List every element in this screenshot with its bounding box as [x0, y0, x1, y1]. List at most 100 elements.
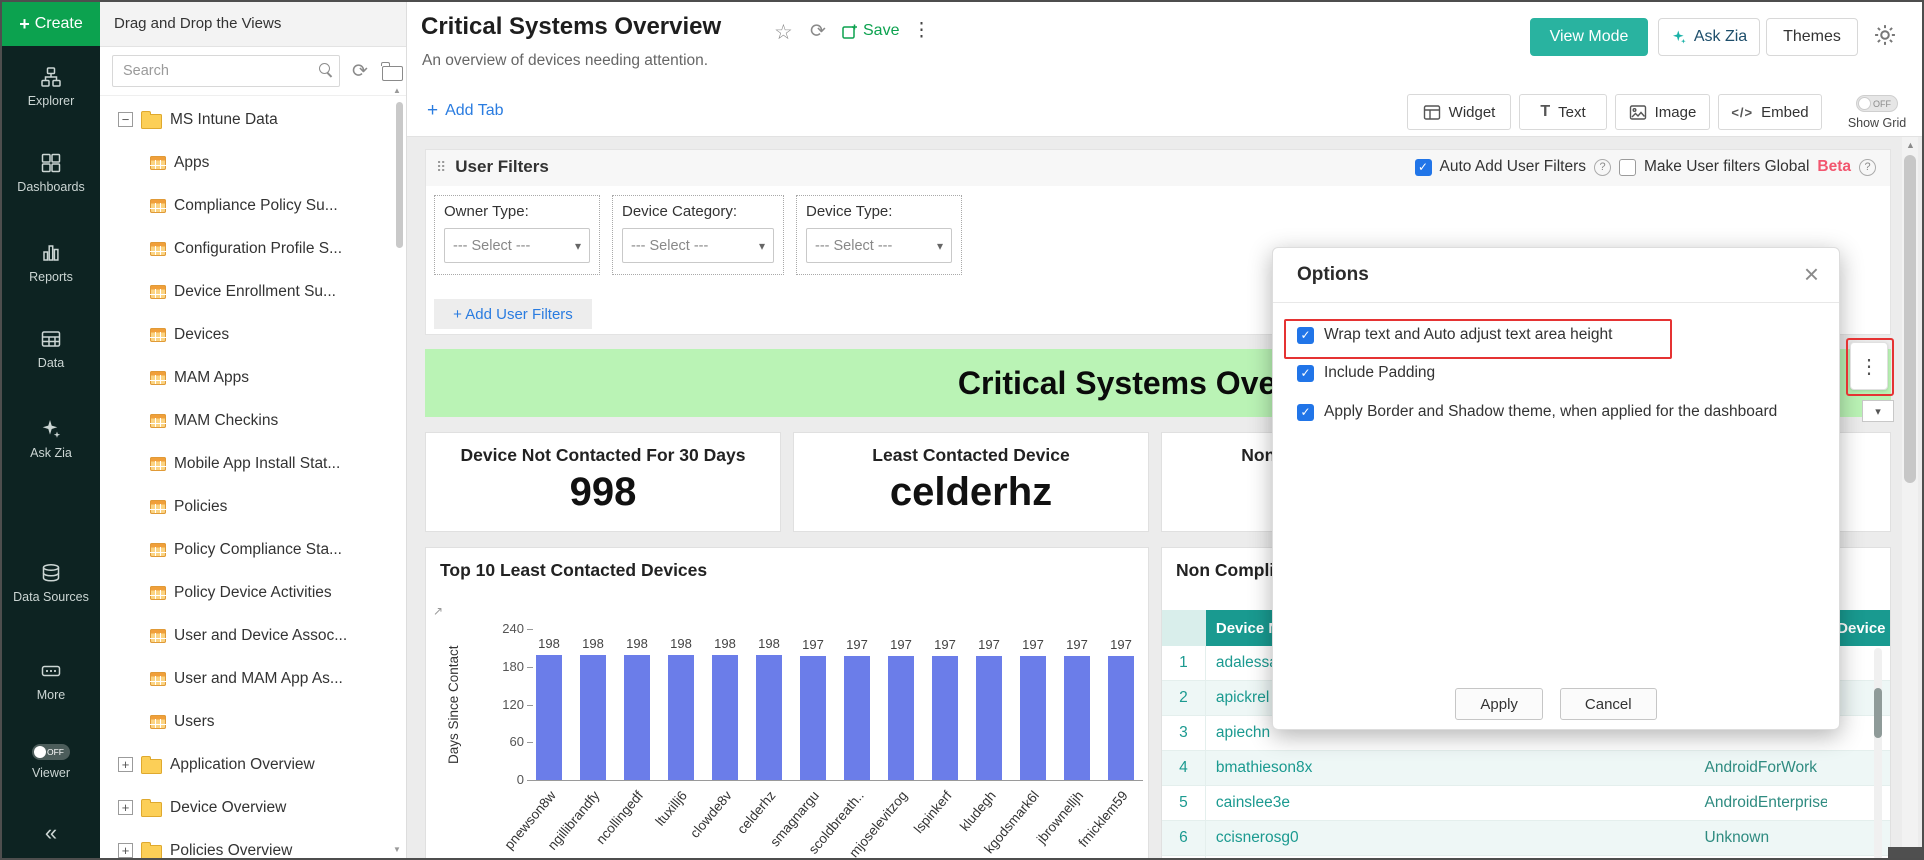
main-scrollbar[interactable]: ▲: [1902, 137, 1918, 858]
tree-folder-application-overview[interactable]: + Application Overview: [100, 743, 398, 786]
table-row-7[interactable]: 7rfarrari9IPhone: [1162, 856, 1890, 858]
tree-view-apps[interactable]: Apps: [100, 141, 398, 184]
tree-view-users[interactable]: Users: [100, 700, 398, 743]
sidebar-item-data-sources[interactable]: Data Sources: [2, 562, 100, 606]
explorer-icon: [41, 67, 61, 87]
favorite-star-icon[interactable]: ☆: [774, 20, 793, 45]
sidebar-item-dashboards[interactable]: Dashboards: [2, 152, 100, 196]
bar-pnewson8w[interactable]: [536, 655, 562, 780]
views-scroll-up-icon[interactable]: ▲: [393, 86, 401, 95]
widget-button[interactable]: Widget: [1407, 94, 1511, 130]
tree-view-devices[interactable]: Devices: [100, 313, 398, 356]
tree-view-device-enrollment-su[interactable]: Device Enrollment Su...: [100, 270, 398, 313]
bar-scoldbreath[interactable]: [844, 656, 870, 780]
bar-value-label: 198: [714, 636, 736, 651]
bar-mjoselevitzog[interactable]: [888, 656, 914, 780]
refresh-views-icon[interactable]: ⟳: [352, 60, 368, 83]
bar-celderhz[interactable]: [756, 655, 782, 780]
x-axis-label: kludegh: [956, 788, 999, 834]
auto-add-user-filters-checkbox[interactable]: ✓: [1414, 158, 1432, 176]
tree-view-user-and-device-assoc[interactable]: User and Device Assoc...: [100, 614, 398, 657]
show-grid-toggle[interactable]: OFF: [1856, 95, 1898, 112]
sidebar-item-more[interactable]: More: [2, 660, 100, 704]
text-button[interactable]: T Text: [1519, 94, 1607, 130]
bar-jbrownelljh[interactable]: [1064, 656, 1090, 780]
bar-ngillibrandfy[interactable]: [580, 655, 606, 780]
sidebar-item-reports[interactable]: Reports: [2, 242, 100, 286]
table-row-4[interactable]: 4 bmathieson8x AndroidForWork: [1162, 751, 1890, 786]
bar-kgodsmark6l[interactable]: [1020, 656, 1046, 780]
sidebar-item-viewer[interactable]: OFF Viewer: [2, 744, 100, 782]
themes-button[interactable]: Themes: [1766, 18, 1858, 56]
tree-view-policy-device-activities[interactable]: Policy Device Activities: [100, 571, 398, 614]
header-kebab-icon[interactable]: ⋮: [912, 19, 931, 42]
tree-folder-ms-intune-data[interactable]: − MS Intune Data: [100, 98, 398, 141]
settings-gear-button[interactable]: [1872, 22, 1898, 53]
views-scroll-down-icon[interactable]: ▼: [393, 845, 401, 854]
table-scrollbar[interactable]: [1874, 648, 1882, 858]
add-tab-button[interactable]: + Add Tab: [427, 100, 504, 122]
views-scrollbar-thumb[interactable]: [396, 102, 403, 248]
bar-fmicklem59[interactable]: [1108, 656, 1134, 780]
tree-view-policies[interactable]: Policies: [100, 485, 398, 528]
bar-kludegh[interactable]: [976, 656, 1002, 780]
expand-box-icon[interactable]: +: [118, 757, 133, 772]
ask-zia-button[interactable]: Ask Zia: [1658, 18, 1760, 56]
chart-panel[interactable]: Top 10 Least Contacted Devices ↗ Days Si…: [425, 547, 1149, 858]
table-scrollbar-thumb[interactable]: [1874, 688, 1882, 738]
kpi-card-least-contacted[interactable]: Least Contacted Device celderhz: [793, 432, 1149, 532]
bar-smagnargu[interactable]: [800, 656, 826, 780]
image-button[interactable]: Image: [1615, 94, 1710, 130]
tree-item-label: Configuration Profile S...: [174, 239, 343, 257]
make-filters-global-checkbox[interactable]: [1619, 158, 1636, 176]
collapse-box-icon[interactable]: −: [118, 112, 133, 127]
tree-folder-device-overview[interactable]: + Device Overview: [100, 786, 398, 829]
sidebar-item-ask-zia[interactable]: Ask Zia: [2, 418, 100, 462]
sidebar-item-data[interactable]: Data: [2, 328, 100, 372]
tree-view-mobile-app-install-stat[interactable]: Mobile App Install Stat...: [100, 442, 398, 485]
include-padding-checkbox[interactable]: ✓: [1297, 364, 1314, 382]
tree-view-policy-compliance-sta[interactable]: Policy Compliance Sta...: [100, 528, 398, 571]
expand-box-icon[interactable]: +: [118, 800, 133, 815]
sidebar-collapse-button[interactable]: «: [2, 820, 100, 846]
wrap-text-checkbox[interactable]: ✓: [1297, 326, 1314, 344]
create-button[interactable]: + Create: [2, 2, 100, 46]
border-shadow-checkbox[interactable]: ✓: [1297, 403, 1314, 421]
tree-view-user-and-mam-app-as[interactable]: User and MAM App As...: [100, 657, 398, 700]
tree-view-mam-checkins[interactable]: MAM Checkins: [100, 399, 398, 442]
apply-button[interactable]: Apply: [1455, 688, 1543, 720]
add-user-filters-button[interactable]: + Add User Filters: [434, 299, 592, 329]
drag-handle-icon[interactable]: ⠿: [436, 159, 446, 176]
main-scrollbar-thumb[interactable]: [1904, 155, 1916, 483]
scroll-up-icon[interactable]: ▲: [1906, 140, 1915, 150]
bar-lspinkerf[interactable]: [932, 656, 958, 780]
cancel-button[interactable]: Cancel: [1559, 688, 1657, 720]
sidebar-item-explorer[interactable]: Explorer: [2, 66, 100, 110]
banner-dropdown-button[interactable]: ▾: [1862, 400, 1894, 422]
refresh-dashboard-icon[interactable]: ⟳: [810, 20, 826, 43]
bar-ncollingedf[interactable]: [624, 655, 650, 780]
device-category-select[interactable]: --- Select --- ▾: [622, 228, 774, 263]
kpi-card-not-contacted[interactable]: Device Not Contacted For 30 Days 998: [425, 432, 781, 532]
expand-box-icon[interactable]: +: [118, 843, 133, 858]
owner-type-select[interactable]: --- Select --- ▾: [444, 228, 590, 263]
embed-button[interactable]: </> Embed: [1718, 94, 1822, 130]
table-row-5[interactable]: 5 cainslee3e AndroidEnterprise: [1162, 786, 1890, 821]
save-button[interactable]: Save: [841, 22, 899, 40]
view-mode-button[interactable]: View Mode: [1530, 18, 1648, 56]
search-input[interactable]: [112, 55, 340, 87]
bar-clowde8v[interactable]: [712, 655, 738, 780]
widget-options-kebab-button[interactable]: ⋮: [1850, 342, 1888, 390]
tree-folder-policies-overview[interactable]: + Policies Overview: [100, 829, 398, 858]
table-row-6[interactable]: 6 ccisnerosg0 Unknown: [1162, 821, 1890, 856]
bar-ltuxillj6[interactable]: [668, 655, 694, 780]
help-icon[interactable]: ?: [1859, 158, 1876, 176]
help-icon[interactable]: ?: [1594, 158, 1611, 176]
close-icon[interactable]: ×: [1804, 259, 1819, 290]
tree-view-mam-apps[interactable]: MAM Apps: [100, 356, 398, 399]
folder-icon[interactable]: [381, 62, 403, 81]
device-type-select[interactable]: --- Select --- ▾: [806, 228, 952, 263]
viewer-toggle[interactable]: OFF: [32, 744, 70, 760]
tree-view-compliance-policy-su[interactable]: Compliance Policy Su...: [100, 184, 398, 227]
tree-view-configuration-profile-s[interactable]: Configuration Profile S...: [100, 227, 398, 270]
